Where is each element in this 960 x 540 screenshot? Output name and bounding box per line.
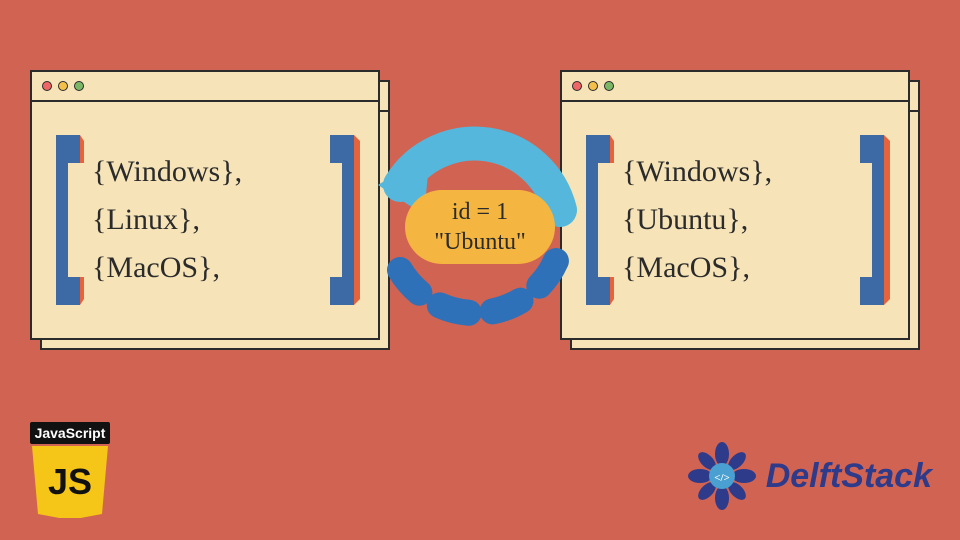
window: {Windows}, {Ubuntu}, {MacOS}, [560, 70, 910, 340]
js-logo-badge: JS [48, 461, 92, 502]
titlebar [562, 72, 908, 102]
maximize-icon [74, 81, 84, 91]
maximize-icon [604, 81, 614, 91]
array-list: {Windows}, {Ubuntu}, {MacOS}, [622, 148, 848, 292]
close-icon [42, 81, 52, 91]
transform-pill: id = 1 "Ubuntu" [405, 190, 555, 264]
transform-arrow-group: id = 1 "Ubuntu" [360, 115, 590, 365]
right-window-stack: {Windows}, {Ubuntu}, {MacOS}, [560, 70, 920, 350]
list-item: {Linux}, [92, 196, 318, 244]
list-item: {MacOS}, [622, 244, 848, 292]
js-logo-title: JavaScript [35, 425, 106, 441]
javascript-logo-icon: JavaScript JS [30, 422, 110, 518]
transform-value: "Ubuntu" [434, 227, 526, 257]
array-list: {Windows}, {Linux}, {MacOS}, [92, 148, 318, 292]
delftstack-logo: </> DelftStack [686, 440, 932, 512]
minimize-icon [588, 81, 598, 91]
left-window-stack: {Windows}, {Linux}, {MacOS}, [30, 70, 390, 350]
list-item: {Windows}, [92, 148, 318, 196]
svg-text:</>: </> [714, 472, 730, 484]
titlebar [32, 72, 378, 102]
delftstack-emblem-icon: </> [686, 440, 758, 512]
close-bracket-icon [326, 135, 360, 305]
close-icon [572, 81, 582, 91]
list-item: {MacOS}, [92, 244, 318, 292]
window-content: {Windows}, {Ubuntu}, {MacOS}, [562, 102, 908, 338]
window-content: {Windows}, {Linux}, {MacOS}, [32, 102, 378, 338]
minimize-icon [58, 81, 68, 91]
close-bracket-icon [856, 135, 890, 305]
list-item: {Windows}, [622, 148, 848, 196]
transform-id: id = 1 [452, 197, 508, 227]
window: {Windows}, {Linux}, {MacOS}, [30, 70, 380, 340]
open-bracket-icon [50, 135, 84, 305]
list-item: {Ubuntu}, [622, 196, 848, 244]
brand-name: DelftStack [766, 457, 932, 496]
